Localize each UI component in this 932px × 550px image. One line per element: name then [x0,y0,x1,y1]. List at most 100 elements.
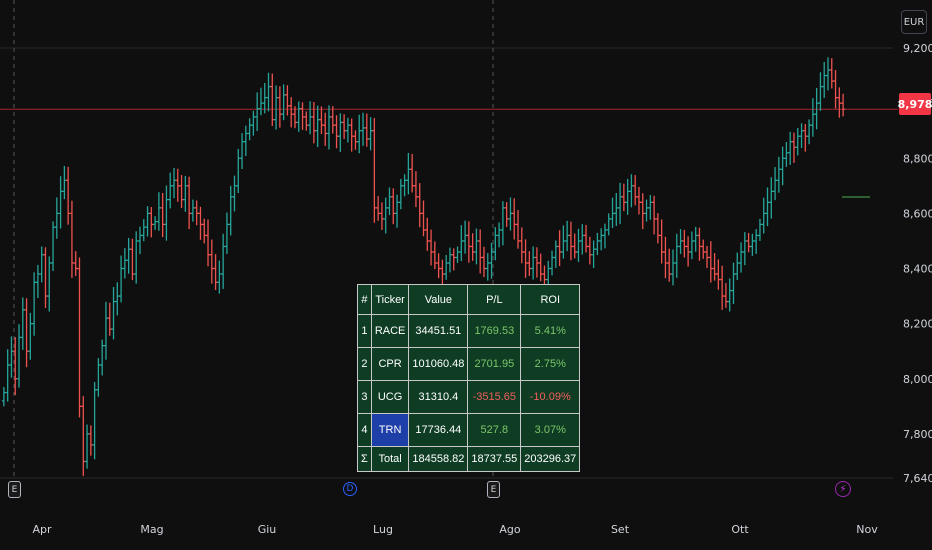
ohlc-bar [614,192,619,227]
ohlc-bar [122,248,127,279]
ohlc-bar [206,219,211,267]
ohlc-bar [841,93,846,117]
ohlc-bar [689,231,694,260]
ohlc-bar [395,194,400,228]
ohlc-bar [213,254,218,291]
ohlc-bar [429,229,434,266]
earnings-marker[interactable]: E [487,481,500,498]
ohlc-bar [266,72,271,112]
row-roi: -10.09% [520,380,581,414]
ohlc-bar [296,101,301,132]
col-header-pl: P/L [467,284,522,315]
ohlc-bar [447,247,452,273]
ohlc-bar [670,249,675,286]
ohlc-bar [379,202,384,230]
row-index: 1 [357,314,372,348]
ohlc-bar [663,236,668,279]
ohlc-bar [255,92,260,131]
x-tick-label: Mag [140,523,163,536]
ohlc-bar [636,186,641,215]
ohlc-bar [66,166,71,225]
ohlc-bar [837,87,842,118]
row-index: 2 [357,347,372,381]
row-ticker: UCG [370,380,410,414]
ohlc-bar [62,165,67,200]
y-tick-label: 8,200 [903,318,932,331]
ohlc-bar [474,228,479,265]
ohlc-bar [599,228,604,251]
ohlc-bar [130,238,135,281]
ohlc-bar [735,252,740,281]
ohlc-bar [247,118,252,141]
ohlc-bar [96,358,101,397]
earnings-marker[interactable]: E [8,481,21,498]
ohlc-bar [228,185,233,236]
ohlc-bar [232,175,237,212]
ohlc-bar [160,192,165,238]
ohlc-bar [618,182,623,225]
currency-selector[interactable]: EUR [901,10,927,34]
ohlc-bar [478,229,483,274]
ohlc-bar [803,124,808,152]
split-marker[interactable]: ⚡ [835,481,851,497]
ohlc-bar [810,98,815,137]
total-value: 184558.82 [408,446,469,472]
ohlc-bar [644,199,649,222]
row-value: 17736.44 [408,413,469,447]
ohlc-bar [640,193,645,230]
dividend-marker[interactable]: D [343,482,357,496]
row-value: 101060.48 [408,347,469,381]
ohlc-bar [531,246,536,280]
ohlc-bar [701,239,706,259]
ohlc-bar [391,188,396,225]
ohlc-bar [274,85,279,130]
ohlc-bar [179,175,184,209]
ohlc-bar [141,219,146,242]
ohlc-bar [240,133,245,170]
ohlc-bar [9,336,14,378]
ohlc-bar [153,216,158,230]
ohlc-bar [553,240,558,268]
row-ticker: CPR [370,347,410,381]
ohlc-bar [682,229,687,258]
ohlc-bar [580,224,585,255]
ohlc-bar [24,298,29,368]
ohlc-bar [825,57,830,91]
ohlc-bar [107,302,112,336]
ohlc-bar [693,226,698,252]
row-ticker: TRN [370,413,410,447]
row-roi: 5.41% [520,314,581,348]
col-header-index: # [357,284,372,315]
ohlc-bar [119,255,124,303]
ohlc-bar [633,175,638,206]
ohlc-bar [413,171,418,208]
y-tick-label: 9,200 [903,42,932,55]
ohlc-bar [100,339,105,376]
y-tick-label: 7,640 [903,472,932,485]
ohlc-bar [149,207,154,238]
ohlc-bar [35,264,40,299]
ohlc-bar [625,178,630,215]
ohlc-bar [557,230,562,267]
ohlc-bar [602,223,607,249]
ohlc-bar [85,424,90,469]
ohlc-bar [587,236,592,265]
ohlc-bar [342,114,347,139]
ohlc-bar [289,97,294,128]
ohlc-bar [610,197,615,228]
ohlc-bar [784,141,789,167]
ohlc-bar [1,387,6,407]
ohlc-bar [304,111,309,131]
ohlc-bar [723,283,728,308]
ohlc-bar [829,58,834,89]
ohlc-bar [561,225,566,259]
ohlc-bar [481,246,486,278]
x-tick-label: Set [611,523,630,536]
row-index: 4 [357,413,372,447]
ohlc-bar [243,125,248,157]
ohlc-bar [466,221,471,263]
ohlc-bar [81,396,86,477]
ohlc-bar [516,210,521,249]
ohlc-bar [58,176,63,229]
ohlc-bar [432,241,437,270]
